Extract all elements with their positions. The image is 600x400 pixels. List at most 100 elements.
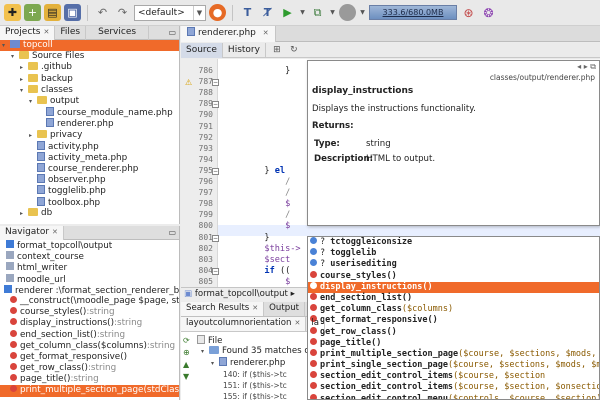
tab-search-layoutcolumnorientation[interactable]: layoutcolumnorientation ✕ xyxy=(181,317,307,331)
new-project-icon[interactable]: ✚ xyxy=(4,4,21,21)
close-icon[interactable]: ✕ xyxy=(263,29,269,37)
close-icon[interactable]: ✕ xyxy=(43,28,49,36)
browser-icon[interactable]: ● xyxy=(209,4,226,21)
tree-item[interactable]: course_renderer.php xyxy=(0,163,179,174)
stop-icon[interactable] xyxy=(339,4,356,21)
save-all-icon[interactable]: ▣ xyxy=(64,4,81,21)
debug-icon[interactable]: ⧉ xyxy=(309,4,326,21)
tab-navigator[interactable]: Navigator ✕ xyxy=(0,226,64,240)
completion-item[interactable]: ? userisediting xyxy=(308,259,599,270)
completion-item[interactable]: section_edit_control_items($course, $sec… xyxy=(308,371,599,382)
completion-item[interactable]: print_multiple_section_page($course, $se… xyxy=(308,348,599,360)
grid-icon[interactable]: ⊞ xyxy=(271,44,283,56)
profile-snapshot-icon[interactable]: ❂ xyxy=(480,4,497,21)
tree-item[interactable]: activity_meta.php xyxy=(0,151,179,163)
expand-toggle-icon[interactable]: ▸ xyxy=(20,208,28,219)
completion-item[interactable]: get_column_class($columns) xyxy=(308,304,599,315)
search-result-item[interactable]: 155: if ($this->tc xyxy=(197,391,307,400)
new-file-icon[interactable]: + xyxy=(24,4,41,21)
tree-item[interactable]: ▾ topcoll xyxy=(0,40,179,52)
minimize-icon[interactable]: ▭ xyxy=(165,28,179,37)
configuration-select[interactable]: <default> ▼ xyxy=(134,4,206,21)
completion-item[interactable]: ? togglelib xyxy=(308,248,599,259)
tree-item[interactable]: ▾ output xyxy=(0,95,179,107)
up-arrow-icon[interactable]: ▲ xyxy=(183,359,193,371)
navigator-item[interactable]: renderer :\format_section_renderer_bas xyxy=(0,284,179,296)
completion-item[interactable]: get_format_responsive() xyxy=(308,315,599,326)
warning-icon[interactable]: ⚠ xyxy=(185,78,195,87)
refresh-icon[interactable]: ↻ xyxy=(288,44,300,56)
navigator-item[interactable]: get_column_class($columns):string xyxy=(0,340,179,352)
navigator-item[interactable]: get_row_class():string xyxy=(0,363,179,374)
run-icon[interactable]: ▶ xyxy=(279,4,296,21)
breadcrumb-item[interactable]: format_topcoll\output xyxy=(195,289,288,299)
history-button[interactable]: History xyxy=(223,42,266,58)
completion-item[interactable]: page_title() xyxy=(308,337,599,349)
tree-item[interactable]: renderer.php xyxy=(0,118,179,129)
doc-popup-toolbar[interactable]: ◂ ▸ ⧉ xyxy=(577,62,596,72)
completion-item[interactable]: print_single_section_page($course, $sect… xyxy=(308,360,599,371)
rerun-icon[interactable]: ⟳ xyxy=(183,335,193,347)
chevron-down-icon[interactable]: ▼ xyxy=(299,4,306,21)
completion-item[interactable]: section_edit_control_menu($controls, $co… xyxy=(308,393,599,399)
search-result-item[interactable]: ▾ Found 35 matches of xyxy=(197,346,307,357)
chevron-down-icon[interactable]: ▼ xyxy=(359,4,366,21)
build-hammer-icon[interactable]: T xyxy=(239,4,256,21)
source-button[interactable]: Source xyxy=(181,42,223,58)
completion-item[interactable]: section_edit_control_items($course, $sec… xyxy=(308,382,599,393)
completion-item[interactable]: display_instructions() xyxy=(308,281,599,293)
navigator-item[interactable]: course_styles():string xyxy=(0,307,179,318)
expand-toggle-icon[interactable]: ▾ xyxy=(211,358,219,369)
search-result-item[interactable]: File xyxy=(197,335,307,346)
navigator-item[interactable]: context_course xyxy=(0,251,179,262)
search-result-item[interactable]: 140: if ($this->tc xyxy=(197,369,307,380)
tree-item[interactable]: ▸ privacy xyxy=(0,129,179,141)
navigator-item[interactable]: format_topcoll\output xyxy=(0,240,179,251)
clean-build-icon[interactable]: Ⱦ xyxy=(259,4,276,21)
tree-item[interactable]: course_module_name.php xyxy=(0,107,179,118)
tab-search-results[interactable]: Search Results ✕ xyxy=(181,302,265,316)
completion-item[interactable]: course_styles() xyxy=(308,270,599,282)
tab-projects[interactable]: Projects ✕ xyxy=(0,26,56,40)
fold-toggle-icon[interactable]: − xyxy=(212,79,219,87)
fold-toggle-icon[interactable]: − xyxy=(212,167,219,175)
down-arrow-icon[interactable]: ▼ xyxy=(183,371,193,383)
open-project-icon[interactable]: ▤ xyxy=(44,4,61,21)
close-icon[interactable]: ✕ xyxy=(252,304,258,312)
redo-icon[interactable]: ↷ xyxy=(114,4,131,21)
tab-renderer-php[interactable]: renderer.php ✕ xyxy=(181,25,276,42)
expand-toggle-icon[interactable]: ▾ xyxy=(29,96,37,107)
completion-item[interactable]: end_section_list() xyxy=(308,292,599,304)
navigator-item[interactable]: moodle_url xyxy=(0,273,179,285)
chevron-down-icon[interactable]: ▼ xyxy=(329,4,336,21)
navigator-item[interactable]: html_writer xyxy=(0,262,179,273)
navigator-item[interactable]: page_title():string xyxy=(0,374,179,385)
memory-indicator[interactable]: 333.6/680.0MB xyxy=(369,5,457,20)
tree-item[interactable]: ▸ db xyxy=(0,207,179,219)
search-result-item[interactable]: 151: if ($this->tc xyxy=(197,380,307,391)
minimize-icon[interactable]: ▭ xyxy=(165,228,179,237)
tree-item[interactable]: togglelib.php xyxy=(0,185,179,196)
tree-item[interactable]: toolbox.php xyxy=(0,196,179,208)
tab-output[interactable]: Output xyxy=(264,302,306,316)
expand-toggle-icon[interactable]: ▸ xyxy=(29,130,37,141)
profile-icon[interactable]: ⊛ xyxy=(460,4,477,21)
navigator-item[interactable]: get_format_responsive() xyxy=(0,351,179,363)
tree-item[interactable]: activity.php xyxy=(0,140,179,152)
navigator-item[interactable]: end_section_list():string xyxy=(0,329,179,341)
navigator-item[interactable]: print_multiple_section_page(stdClass $ xyxy=(0,385,179,397)
close-icon[interactable]: ✕ xyxy=(294,319,300,327)
tab-services[interactable]: Services xyxy=(86,26,150,40)
navigator-item[interactable]: __construct(\moodle_page $page, strin xyxy=(0,295,179,307)
tree-item[interactable]: ▸ .github xyxy=(0,62,179,73)
close-icon[interactable]: ✕ xyxy=(52,228,58,236)
completion-item[interactable]: get_row_class() xyxy=(308,326,599,338)
expand-toggle-icon[interactable]: ▾ xyxy=(11,51,19,62)
expand-toggle-icon[interactable]: ▸ xyxy=(20,62,28,73)
fold-toggle-icon[interactable]: − xyxy=(212,234,219,242)
fold-toggle-icon[interactable]: − xyxy=(212,101,219,109)
completion-item[interactable]: ? tctoggleiconsize xyxy=(308,237,599,248)
tab-files[interactable]: Files xyxy=(55,26,87,40)
search-result-item[interactable]: ▾ renderer.php xyxy=(197,357,307,368)
tab-search-la[interactable]: la xyxy=(306,317,325,331)
